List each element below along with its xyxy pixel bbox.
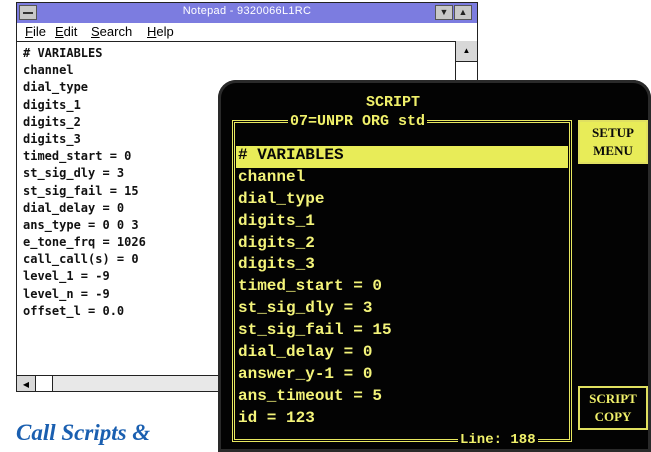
maximize-button[interactable]: ▲: [454, 5, 472, 20]
script-line[interactable]: digits_1: [236, 212, 574, 234]
setup-menu-label-line2: MENU: [593, 143, 633, 158]
notepad-line: level_n = -9: [23, 286, 110, 301]
notepad-line: dial_type: [23, 80, 89, 95]
caption-heading: Call Scripts &: [16, 420, 151, 445]
script-listing[interactable]: # VARIABLES channel dial_type digits_1 d…: [236, 146, 574, 431]
notepad-text-area[interactable]: # VARIABLES channel dial_type digits_1 d…: [23, 45, 146, 320]
script-line[interactable]: answer_y-1 = 0: [236, 365, 574, 387]
script-line[interactable]: st_sig_dly = 3: [236, 299, 574, 321]
terminal-title: SCRIPT: [366, 94, 421, 111]
notepad-line: timed_start = 0: [23, 149, 132, 164]
script-line[interactable]: channel: [236, 168, 574, 190]
notepad-line: channel: [23, 63, 74, 78]
notepad-line: level_1 = -9: [23, 269, 110, 284]
script-line[interactable]: digits_2: [236, 234, 574, 256]
script-copy-button[interactable]: SCRIPT COPY: [578, 386, 648, 430]
menu-bar: File Edit Search Help: [17, 23, 477, 42]
script-line[interactable]: dial_delay = 0: [236, 343, 574, 365]
notepad-line: dial_delay = 0: [23, 200, 125, 215]
notepad-title: Notepad - 9320066L1RC: [182, 5, 312, 17]
script-line-selected[interactable]: # VARIABLES: [236, 146, 568, 168]
notepad-line: ans_type = 0 0 3: [23, 217, 139, 232]
horizontal-scrollbar[interactable]: ◀: [17, 375, 227, 391]
script-line[interactable]: st_sig_fail = 15: [236, 321, 574, 343]
script-line[interactable]: timed_start = 0: [236, 277, 574, 299]
script-copy-label-line2: COPY: [594, 409, 632, 424]
line-counter: Line: 188: [458, 432, 538, 448]
setup-menu-label-line1: SETUP: [592, 125, 634, 140]
notepad-line: st_sig_fail = 15: [23, 183, 139, 198]
menu-file[interactable]: File: [25, 24, 46, 39]
notepad-line: # VARIABLES: [23, 46, 103, 60]
menu-edit[interactable]: Edit: [55, 24, 77, 39]
script-line[interactable]: id = 123: [236, 409, 574, 431]
notepad-titlebar[interactable]: Notepad - 9320066L1RC ▼ ▲: [17, 3, 477, 23]
script-copy-label-line1: SCRIPT: [589, 391, 637, 406]
setup-menu-button[interactable]: SETUP MENU: [578, 120, 648, 164]
script-name: 07=UNPR ORG std: [288, 113, 428, 130]
notepad-line: st_sig_dly = 3: [23, 166, 125, 181]
notepad-line: offset_l = 0.0: [23, 303, 125, 318]
scroll-up-button[interactable]: ▲: [456, 41, 477, 62]
script-line[interactable]: ans_timeout = 5: [236, 387, 574, 409]
notepad-line: e_tone_frq = 1026: [23, 235, 146, 250]
menu-help[interactable]: Help: [147, 24, 174, 39]
scroll-thumb[interactable]: [36, 376, 53, 391]
notepad-line: digits_3: [23, 131, 81, 146]
script-line[interactable]: dial_type: [236, 190, 574, 212]
script-line[interactable]: digits_3: [236, 255, 574, 277]
minimize-button[interactable]: ▼: [435, 5, 453, 20]
menu-search[interactable]: Search: [91, 24, 132, 39]
notepad-line: call_call(s) = 0: [23, 252, 139, 267]
scroll-left-button[interactable]: ◀: [17, 376, 36, 391]
script-terminal: SCRIPT 07=UNPR ORG std # VARIABLES chann…: [218, 80, 651, 452]
notepad-line: digits_2: [23, 114, 81, 129]
notepad-line: digits_1: [23, 97, 81, 112]
